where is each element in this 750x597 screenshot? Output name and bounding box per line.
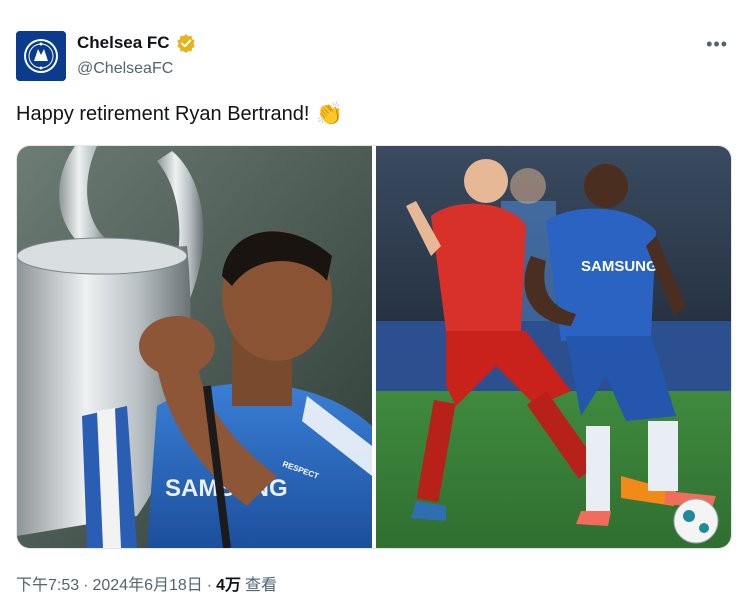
tweet-text: Happy retirement Ryan Bertrand! 👏 [16, 101, 343, 127]
chelsea-crest-icon [16, 31, 66, 81]
avatar[interactable] [16, 31, 66, 81]
tweet-body: Happy retirement Ryan Bertrand! [16, 102, 310, 125]
account-handle[interactable]: @ChelseaFC [77, 60, 173, 78]
media-grid: SAMSUNG RESPECT [16, 145, 732, 549]
photo-trophy-kiss[interactable]: SAMSUNG RESPECT [17, 146, 372, 548]
trophy-kiss-image: SAMSUNG RESPECT [17, 146, 372, 548]
tweet-meta: 下午7:53 · 2024年6月18日 · 4万 查看 [16, 571, 277, 595]
display-name[interactable]: Chelsea FC [77, 33, 170, 53]
display-name-row[interactable]: Chelsea FC [77, 33, 196, 53]
gold-verified-badge-icon [176, 34, 195, 53]
photo-match-action[interactable]: SAMSUNG [376, 146, 731, 548]
views-count: 4万 [216, 577, 242, 594]
opponent-jersey-sponsor: SAMSUNG [581, 258, 658, 275]
views-label: 查看 [245, 577, 278, 594]
more-options-icon[interactable]: ••• [706, 34, 728, 55]
match-action-image: SAMSUNG [376, 146, 731, 548]
tweet-date[interactable]: 2024年6月18日 [92, 571, 202, 595]
meta-separator: · [83, 577, 89, 594]
tweet-time[interactable]: 下午7:53 [16, 571, 79, 595]
clapping-hands-emoji: 👏 [315, 101, 343, 126]
meta-separator-2: · [206, 577, 213, 594]
